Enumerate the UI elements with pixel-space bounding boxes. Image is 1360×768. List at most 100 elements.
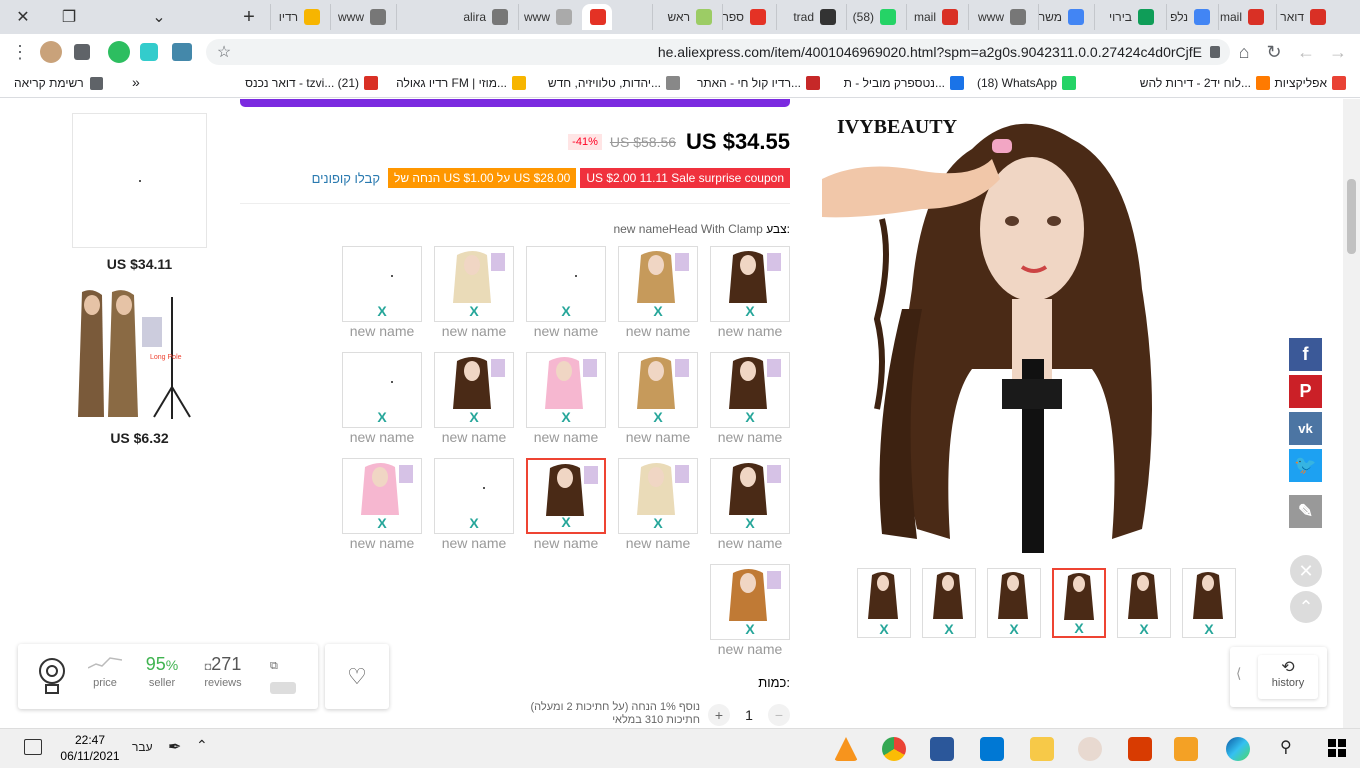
page-scrollbar[interactable] (1343, 99, 1360, 728)
add-to-cart-bar[interactable] (240, 99, 790, 107)
history-button[interactable]: ⟲ history (1258, 655, 1318, 699)
browser-tab[interactable]: mail (906, 4, 964, 30)
mail-icon[interactable] (980, 737, 1004, 761)
tray-chevron-icon[interactable]: ⌃ (196, 737, 208, 754)
browser-tab[interactable]: trad (776, 4, 842, 30)
color-swatch[interactable]: X (434, 458, 514, 534)
browser-tab[interactable]: ראש (652, 4, 718, 30)
product-thumbnail[interactable]: X (1052, 568, 1106, 638)
extension-translate-icon[interactable] (172, 43, 192, 61)
browser-tab[interactable]: alira (396, 4, 514, 30)
history-panel[interactable]: ⟨ ⟲ history (1230, 647, 1327, 707)
more-bookmarks-button[interactable]: » (132, 74, 140, 90)
decrease-quantity-button[interactable]: − (767, 704, 790, 726)
bookmark-item[interactable]: רדיו קול חי - האתר... (697, 76, 820, 90)
color-swatch[interactable]: X (618, 246, 698, 322)
color-swatch[interactable]: X (434, 246, 514, 322)
url-text[interactable]: he.aliexpress.com/item/4001046969020.htm… (658, 44, 1202, 60)
recommended-item[interactable]: US $34.11 (72, 113, 207, 272)
browser-tab[interactable]: ✕ (582, 4, 612, 30)
facebook-share-icon[interactable]: f (1289, 338, 1322, 371)
color-swatch[interactable]: X (434, 352, 514, 428)
product-thumbnail[interactable]: X (987, 568, 1041, 638)
lightbulb-icon[interactable] (36, 656, 68, 698)
vk-share-icon[interactable]: vk (1289, 412, 1322, 445)
close-circle-icon[interactable]: ✕ (1290, 555, 1322, 587)
profile-avatar[interactable] (40, 41, 62, 63)
recommended-item-image[interactable]: Long Pole (72, 287, 207, 422)
minimize-chevron-icon[interactable]: ⌄ (136, 0, 182, 34)
increase-quantity-button[interactable]: + (708, 704, 730, 726)
main-product-image[interactable]: IVYBEAUTY (822, 109, 1234, 553)
windows-start-icon[interactable] (1328, 739, 1346, 757)
scroll-top-icon[interactable]: ⌃ (1290, 591, 1322, 623)
notifications-icon[interactable] (24, 739, 42, 755)
edit-pencil-icon[interactable]: ✎ (1289, 495, 1322, 528)
browser-tab[interactable]: www (330, 4, 392, 30)
bookmark-item[interactable]: נטספרק מוביל - ת... (844, 76, 964, 90)
collapse-chevron-icon[interactable]: ⟨ (1236, 665, 1241, 682)
browser-tab[interactable]: www (968, 4, 1032, 30)
reload-icon[interactable]: ↻ (1260, 38, 1288, 66)
browser-tab[interactable]: רדיו (270, 4, 326, 30)
home-icon[interactable]: ⌂ (1230, 38, 1258, 66)
copy-icon[interactable]: ⧉ (270, 660, 278, 673)
get-coupons-link[interactable]: קבלו קופונים (312, 171, 380, 186)
office-icon[interactable] (1128, 737, 1152, 761)
search-icon[interactable]: ⚲ (1280, 737, 1292, 757)
input-language[interactable]: עבר (132, 740, 153, 754)
reading-list-button[interactable]: רשימת קריאה (14, 76, 103, 90)
media-player-icon[interactable] (1174, 737, 1198, 761)
vlc-icon[interactable] (834, 737, 858, 761)
omnibox[interactable]: ☆ he.aliexpress.com/item/4001046969020.h… (206, 39, 1230, 65)
recommended-item[interactable]: Long Pole US $6.32 (72, 287, 207, 446)
color-swatch[interactable]: X (710, 564, 790, 640)
word-icon[interactable] (930, 737, 954, 761)
bookmark-item[interactable]: דואר נכנס - tzvi... (21) (245, 76, 378, 90)
color-swatch[interactable]: X (526, 352, 606, 428)
bookmark-star-icon[interactable]: ☆ (210, 38, 238, 66)
menu-icon[interactable]: ⋮ (6, 38, 34, 66)
product-thumbnail[interactable]: X (1117, 568, 1171, 638)
browser-tab[interactable]: בירוי (1094, 4, 1160, 30)
restore-window-icon[interactable]: ❐ (46, 0, 92, 34)
lock-icon[interactable] (1210, 46, 1220, 58)
extension-green-icon[interactable] (108, 41, 130, 63)
browser-tab[interactable]: www (518, 4, 578, 30)
product-thumbnail[interactable]: X (1182, 568, 1236, 638)
bookmark-item[interactable]: רדיו גאולה FM | מוזי... (396, 76, 526, 90)
sale-coupon[interactable]: US $2.00 11.11 Sale surprise coupon (580, 168, 790, 188)
twitter-share-icon[interactable]: 🐦 (1289, 449, 1322, 482)
color-swatch[interactable]: X (526, 246, 606, 322)
product-thumbnail[interactable]: X (922, 568, 976, 638)
edge-icon[interactable] (1226, 737, 1250, 761)
back-arrow-icon[interactable]: → (1324, 38, 1352, 66)
bookmark-item[interactable]: לוח יד2 - דירות להש... (1140, 76, 1270, 90)
forward-arrow-icon[interactable]: ← (1292, 38, 1320, 66)
chrome-profile-icon[interactable] (1078, 737, 1102, 761)
file-explorer-icon[interactable] (1030, 737, 1054, 761)
browser-tab[interactable]: משר (1038, 4, 1090, 30)
chrome-icon[interactable] (882, 737, 906, 761)
color-swatch[interactable]: X (710, 352, 790, 428)
color-swatch[interactable]: X (618, 458, 698, 534)
bookmark-item[interactable]: (18) WhatsApp (977, 76, 1076, 90)
bookmark-item[interactable]: אפליקציות (1275, 76, 1346, 90)
color-swatch[interactable]: X (710, 458, 790, 534)
browser-tab[interactable]: דואר (1276, 4, 1332, 30)
pinterest-share-icon[interactable]: P (1289, 375, 1322, 408)
store-coupon[interactable]: הנחה של US $1.00 על US $28.00 (387, 168, 577, 188)
close-window-icon[interactable]: ✕ (0, 0, 46, 34)
pen-icon[interactable]: ✒ (168, 737, 181, 757)
browser-tab[interactable]: נלפ (1166, 4, 1216, 30)
quantity-value[interactable]: 1 (745, 707, 753, 723)
browser-tab[interactable]: mail (1218, 4, 1270, 30)
scrollbar-thumb[interactable] (1347, 179, 1356, 254)
color-swatch[interactable]: X (526, 458, 606, 534)
bookmark-item[interactable]: יהדות, טלוויזיה, חדש... (548, 76, 680, 90)
color-swatch[interactable]: X (710, 246, 790, 322)
browser-tab[interactable]: ספר (722, 4, 772, 30)
extensions-icon[interactable] (74, 44, 90, 60)
color-swatch[interactable]: X (342, 352, 422, 428)
browser-tab[interactable]: (58) (846, 4, 902, 30)
